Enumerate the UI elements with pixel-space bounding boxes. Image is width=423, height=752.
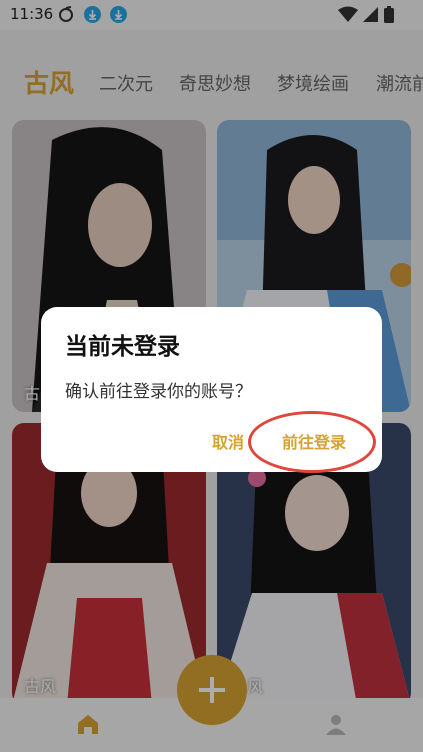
dialog-message: 确认前往登录你的账号？ (65, 382, 252, 402)
highlight-circle (248, 411, 376, 473)
login-dialog: 当前未登录 确认前往登录你的账号？ 取消 前往登录 (41, 307, 382, 473)
cancel-button[interactable]: 取消 (212, 429, 244, 453)
dialog-title: 当前未登录 (65, 334, 180, 360)
